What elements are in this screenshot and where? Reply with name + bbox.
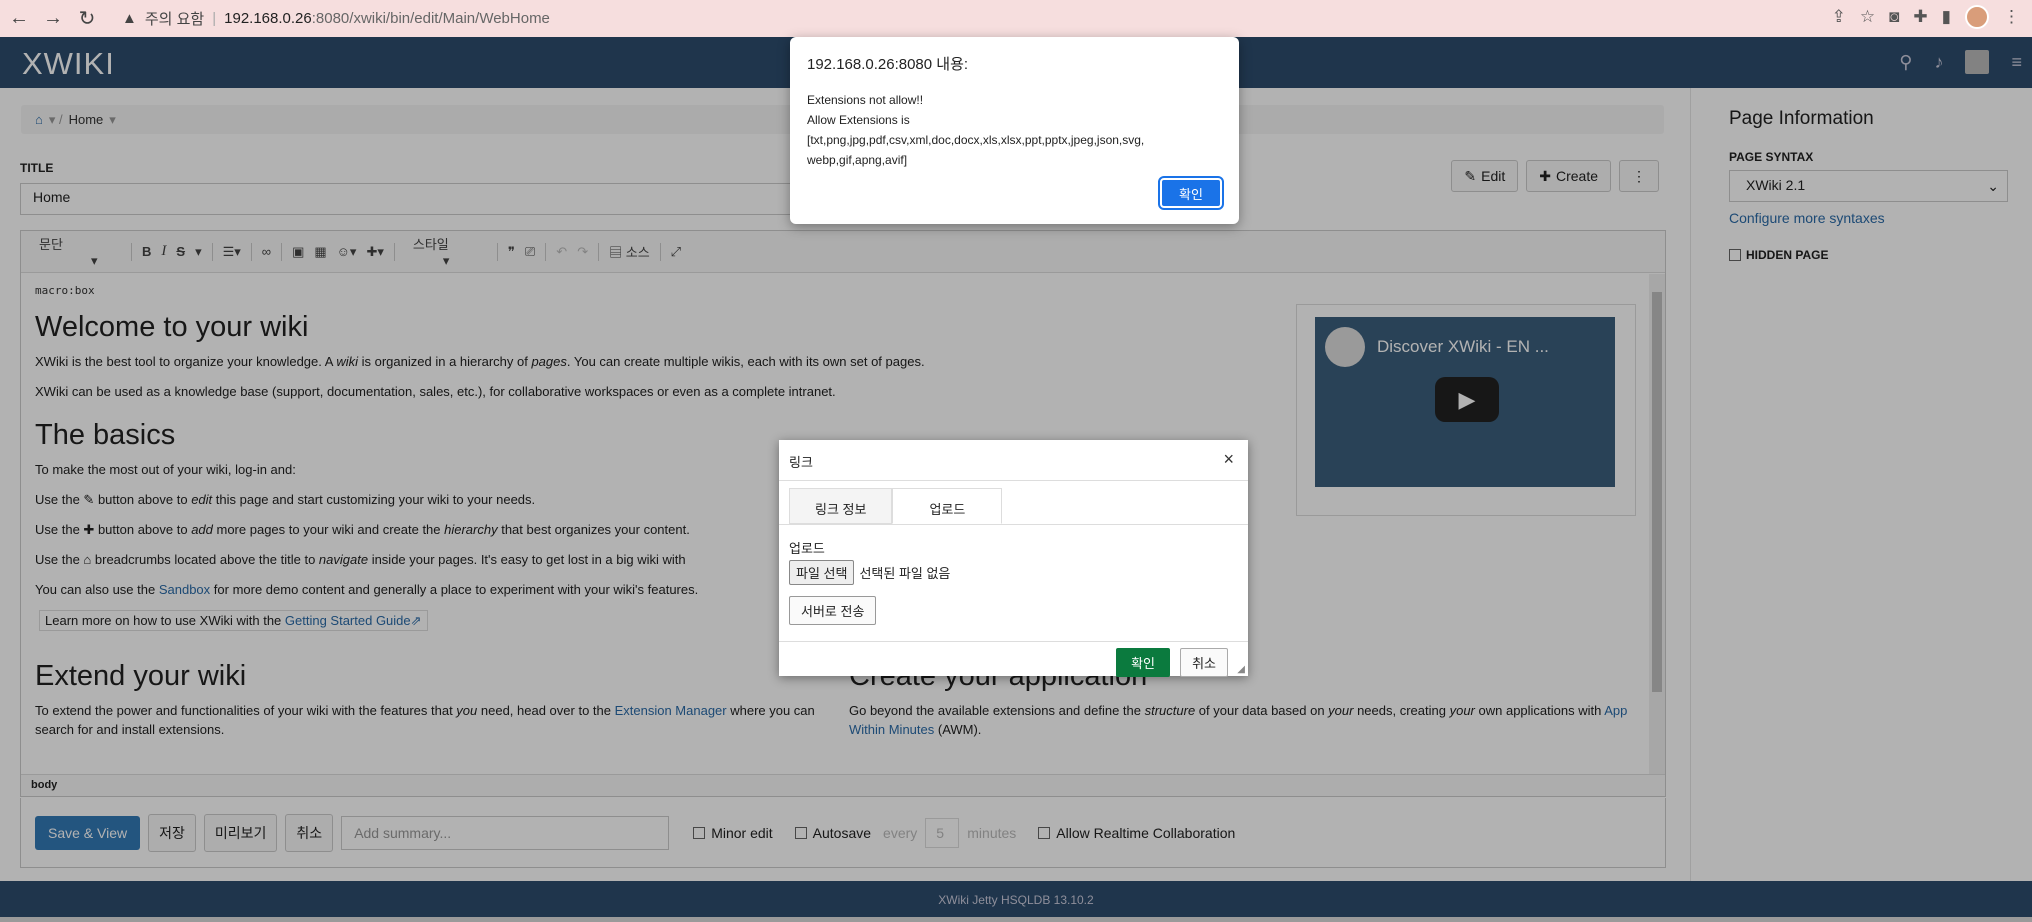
dialog-tabs: 링크 정보 업로드 [789, 488, 1003, 524]
address-bar[interactable]: 192.168.0.26:8080/xwiki/bin/edit/Main/We… [224, 10, 550, 27]
reload-icon[interactable]: ↻ [72, 4, 102, 34]
profile-avatar[interactable] [1965, 5, 1989, 29]
sidepanel-icon[interactable]: ▮ [1942, 7, 1951, 27]
forward-icon[interactable]: → [38, 4, 68, 34]
alert-title: 192.168.0.26:8080 내용: [807, 56, 969, 73]
close-icon[interactable]: × [1223, 449, 1234, 470]
choose-file-button[interactable]: 파일 선택 [789, 560, 855, 585]
url-host: 192.168.0.26 [224, 10, 312, 27]
browser-toolbar: ← → ↻ ▲ 주의 요함 | 192.168.0.26:8080/xwiki/… [0, 0, 2032, 37]
browser-actions: ⇪ ☆ ◙ ✚ ▮ ⋮ [1832, 5, 2020, 29]
dialog-header: 링크 × [779, 440, 1248, 481]
upload-label: 업로드 [789, 541, 825, 556]
back-icon[interactable]: ← [4, 4, 34, 34]
camera-icon[interactable]: ◙ [1889, 7, 1899, 27]
no-file-text: 선택된 파일 없음 [859, 566, 951, 581]
security-warning[interactable]: 주의 요함 [145, 8, 204, 29]
dialog-cancel-button[interactable]: 취소 [1180, 648, 1228, 677]
tab-link-info[interactable]: 링크 정보 [789, 488, 893, 524]
dialog-ok-button[interactable]: 확인 [1116, 648, 1170, 677]
link-dialog: 링크 × 링크 정보 업로드 업로드 파일 선택 선택된 파일 없음 서버로 전… [779, 440, 1248, 677]
url-separator: | [212, 10, 217, 27]
file-picker: 파일 선택 선택된 파일 없음 [789, 560, 950, 585]
url-path: :8080/xwiki/bin/edit/Main/WebHome [311, 10, 550, 27]
dialog-footer: 확인 취소 ◢ [779, 641, 1248, 677]
warning-icon[interactable]: ▲ [122, 10, 137, 27]
resize-handle-icon[interactable]: ◢ [1237, 664, 1245, 675]
alert-message: Extensions not allow!! Allow Extensions … [807, 93, 1145, 167]
extensions-icon[interactable]: ✚ [1913, 7, 1927, 27]
menu-kebab-icon[interactable]: ⋮ [2003, 7, 2020, 27]
browser-alert-dialog: 192.168.0.26:8080 내용: Extensions not all… [790, 37, 1239, 224]
dialog-title: 링크 [789, 455, 813, 470]
send-to-server-button[interactable]: 서버로 전송 [789, 596, 877, 625]
tab-divider [779, 524, 1248, 525]
tab-upload[interactable]: 업로드 [892, 488, 1003, 524]
bookmark-star-icon[interactable]: ☆ [1860, 7, 1875, 27]
upload-panel: 업로드 파일 선택 선택된 파일 없음 서버로 전송 [789, 538, 950, 625]
alert-ok-button[interactable]: 확인 [1158, 176, 1224, 210]
share-icon[interactable]: ⇪ [1832, 7, 1846, 27]
